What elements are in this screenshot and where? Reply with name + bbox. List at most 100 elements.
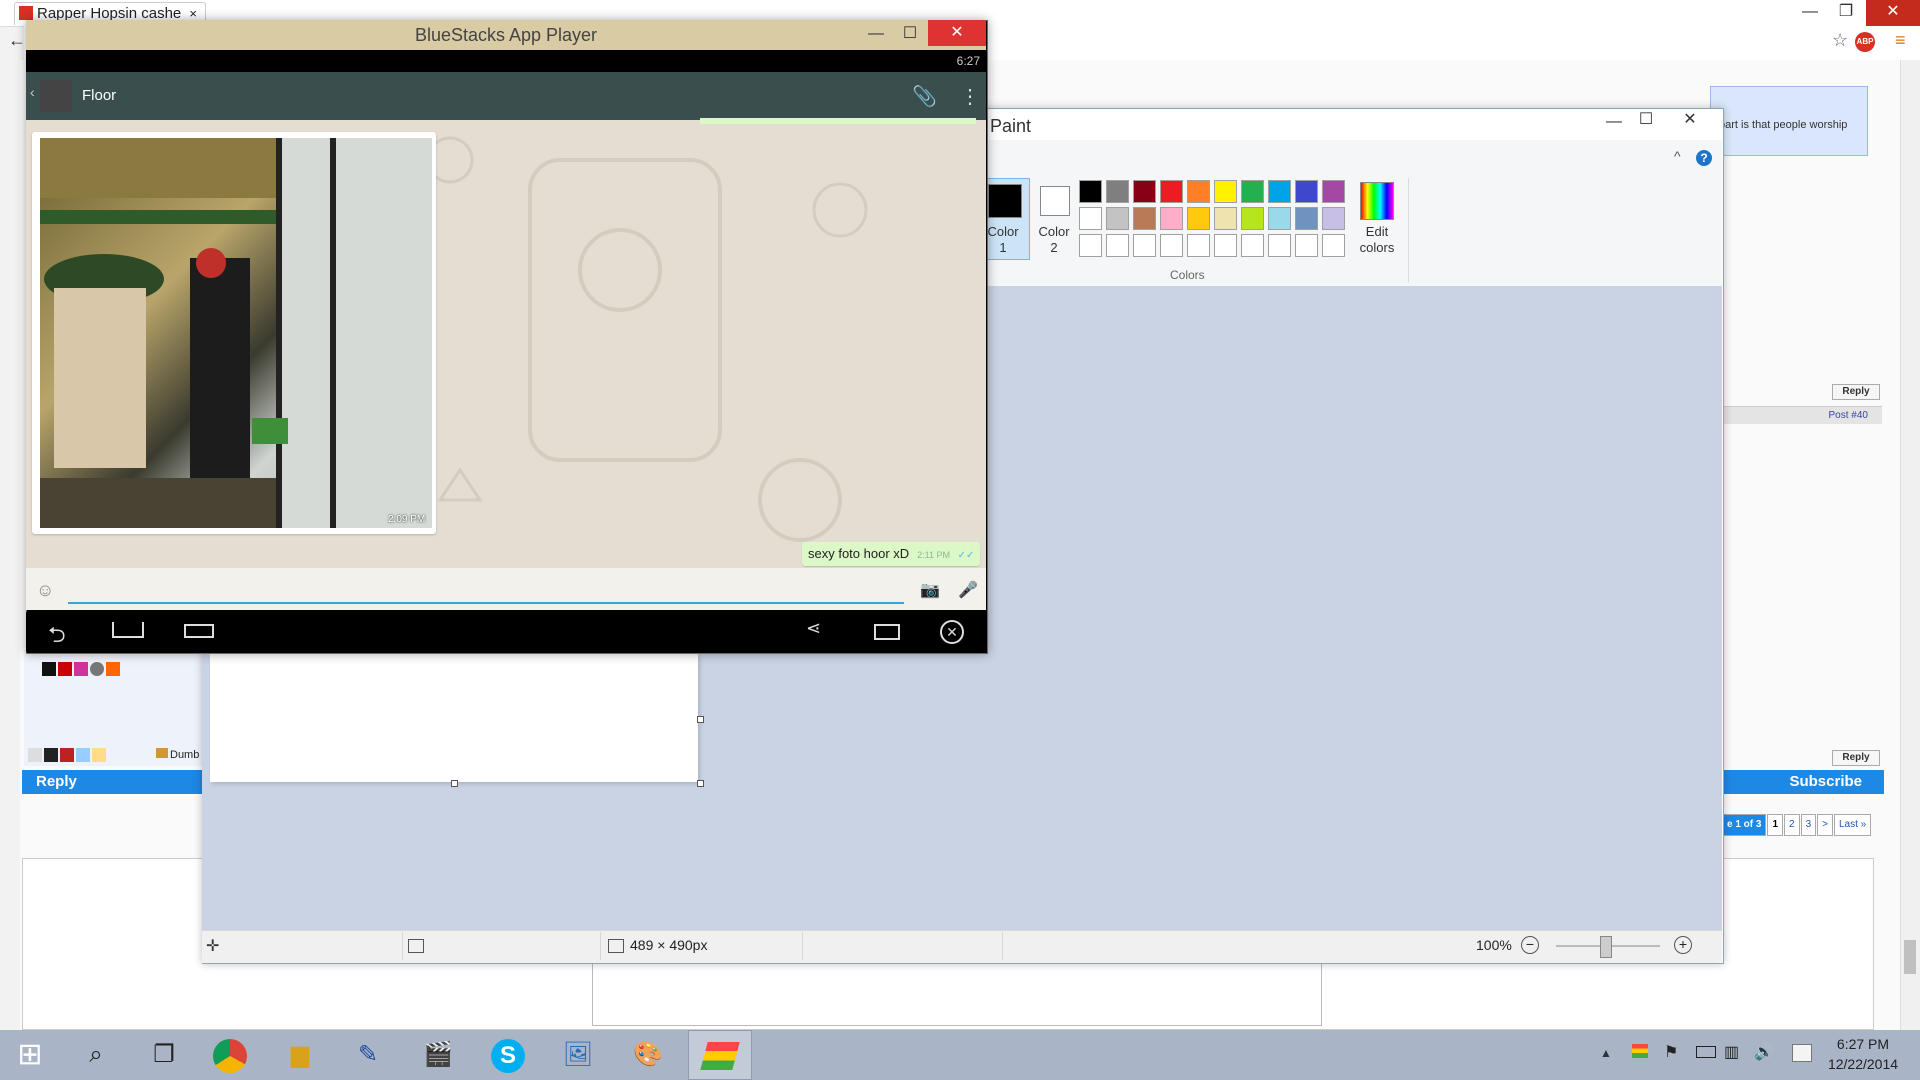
palette-color-swatch[interactable] [1322, 234, 1345, 257]
ribbon-collapse-icon[interactable]: ^ [1674, 148, 1681, 164]
file-explorer-icon[interactable]: ▆ [274, 1034, 326, 1076]
taskbar-clock[interactable]: 6:27 PM 12/22/2014 [1818, 1034, 1908, 1074]
adblock-icon[interactable]: ABP [1855, 32, 1875, 52]
browser-minimize-button[interactable]: — [1792, 0, 1828, 26]
photos-icon[interactable]: 🖼 [552, 1034, 604, 1076]
task-view-icon[interactable]: ❐ [138, 1034, 190, 1076]
subscribe-button[interactable]: Subscribe [1720, 770, 1884, 794]
volume-icon[interactable]: 🔊 [1754, 1042, 1774, 1062]
palette-color-swatch[interactable] [1295, 207, 1318, 230]
reply-thread-button[interactable]: Reply [22, 770, 202, 794]
message-input[interactable] [68, 602, 904, 604]
back-arrow-icon[interactable]: ← [8, 30, 26, 51]
help-icon[interactable]: ? [1696, 150, 1712, 166]
palette-color-swatch[interactable] [1322, 207, 1345, 230]
palette-color-swatch[interactable] [1214, 207, 1237, 230]
page-scrollbar[interactable] [1900, 60, 1920, 1030]
next-page-link[interactable]: > [1817, 814, 1833, 836]
paint-app-icon[interactable]: 🎨 [622, 1034, 674, 1076]
bookmark-star-icon[interactable]: ☆ [1832, 30, 1848, 51]
browser-menu-icon[interactable]: ≡ [1895, 30, 1906, 51]
browser-close-button[interactable]: ✕ [1866, 0, 1920, 26]
palette-color-swatch[interactable] [1322, 180, 1345, 203]
chrome-icon[interactable] [204, 1034, 256, 1076]
zoom-out-button[interactable]: − [1521, 936, 1539, 954]
xbox-icon[interactable] [90, 662, 104, 676]
color2-swatch[interactable] [1040, 186, 1070, 216]
network-icon[interactable]: ▥ [1724, 1042, 1739, 1062]
zoom-in-button[interactable]: + [1674, 936, 1692, 954]
share-icon[interactable]: ⋖ [806, 618, 821, 639]
page-link[interactable]: 2 [1784, 814, 1800, 836]
page-link[interactable]: 1 [1767, 814, 1784, 836]
pen-app-icon[interactable]: ✎ [342, 1034, 394, 1076]
camera-icon[interactable]: 📷 [920, 580, 940, 600]
movie-maker-icon[interactable]: 🎬 [412, 1034, 464, 1076]
soundcloud-icon[interactable] [106, 662, 120, 676]
palette-color-swatch[interactable] [1106, 207, 1129, 230]
paint-minimize-button[interactable]: — [1596, 110, 1632, 136]
emoji-icon[interactable]: ☺ [36, 580, 54, 601]
palette-color-swatch[interactable] [1160, 207, 1183, 230]
action-center-flag-icon[interactable]: ⚑ [1664, 1042, 1678, 1062]
contact-name[interactable]: Floor [82, 87, 116, 104]
reply-button[interactable]: Reply [1832, 384, 1880, 400]
resize-handle[interactable] [451, 780, 458, 787]
palette-color-swatch[interactable] [1241, 180, 1264, 203]
contact-avatar[interactable] [40, 80, 72, 112]
steam-icon[interactable] [42, 662, 56, 676]
palette-color-swatch[interactable] [1160, 180, 1183, 203]
palette-color-swatch[interactable] [1187, 180, 1210, 203]
palette-color-swatch[interactable] [1187, 207, 1210, 230]
android-home-icon[interactable] [112, 622, 144, 638]
paint-maximize-button[interactable]: ☐ [1628, 108, 1664, 134]
palette-color-swatch[interactable] [1106, 180, 1129, 203]
android-back-icon[interactable]: ⮌ [48, 618, 66, 656]
skype-icon[interactable]: S [482, 1034, 534, 1076]
reply-editor[interactable] [592, 958, 1322, 1026]
youtube-icon[interactable] [58, 662, 72, 676]
palette-color-swatch[interactable] [1133, 207, 1156, 230]
palette-color-swatch[interactable] [1133, 234, 1156, 257]
resize-handle[interactable] [697, 780, 704, 787]
bluestacks-maximize-button[interactable]: ☐ [892, 22, 928, 48]
palette-color-swatch[interactable] [1214, 180, 1237, 203]
browser-restore-button[interactable]: ❐ [1828, 0, 1864, 26]
microphone-icon[interactable]: 🎤 [958, 580, 978, 600]
bluestacks-close-button[interactable]: ✕ [928, 20, 986, 46]
show-hidden-icons[interactable]: ▲ [1600, 1046, 1612, 1060]
paint-close-button[interactable]: ✕ [1664, 108, 1716, 134]
palette-color-swatch[interactable] [1295, 180, 1318, 203]
palette-color-swatch[interactable] [1295, 234, 1318, 257]
start-button-icon[interactable]: ⊞ [4, 1034, 56, 1076]
palette-color-swatch[interactable] [1079, 180, 1102, 203]
palette-color-swatch[interactable] [1241, 234, 1264, 257]
bluestacks-minimize-button[interactable]: — [858, 22, 894, 48]
outgoing-message[interactable]: sexy foto hoor xD 2:11 PM ✓✓ [802, 542, 981, 566]
palette-color-swatch[interactable] [1133, 180, 1156, 203]
close-app-icon[interactable]: ✕ [940, 620, 964, 644]
rotate-screen-icon[interactable] [874, 624, 900, 640]
reply-button[interactable]: Reply [1832, 750, 1880, 766]
back-chevron-icon[interactable]: ‹ [30, 84, 35, 100]
more-options-icon[interactable]: ⋮ [960, 84, 980, 109]
palette-color-swatch[interactable] [1241, 207, 1264, 230]
palette-color-swatch[interactable] [1268, 234, 1291, 257]
resize-handle[interactable] [697, 716, 704, 723]
search-icon[interactable]: ⌕ [70, 1034, 122, 1076]
bluestacks-icon[interactable] [694, 1034, 746, 1076]
attach-icon[interactable]: 📎 [912, 84, 937, 109]
zoom-slider-thumb[interactable] [1600, 936, 1612, 958]
battery-icon[interactable] [1696, 1046, 1716, 1058]
palette-color-swatch[interactable] [1079, 234, 1102, 257]
palette-color-swatch[interactable] [1187, 234, 1210, 257]
page-link[interactable]: 3 [1800, 814, 1817, 836]
palette-color-swatch[interactable] [1106, 234, 1129, 257]
paint-canvas[interactable] [210, 654, 698, 782]
shared-photo[interactable] [40, 138, 432, 528]
palette-color-swatch[interactable] [1268, 180, 1291, 203]
edit-colors-icon[interactable] [1360, 182, 1394, 220]
keyboard-icon[interactable] [1792, 1044, 1812, 1062]
android-recents-icon[interactable] [184, 624, 214, 638]
scrollbar-thumb[interactable] [1904, 940, 1916, 974]
